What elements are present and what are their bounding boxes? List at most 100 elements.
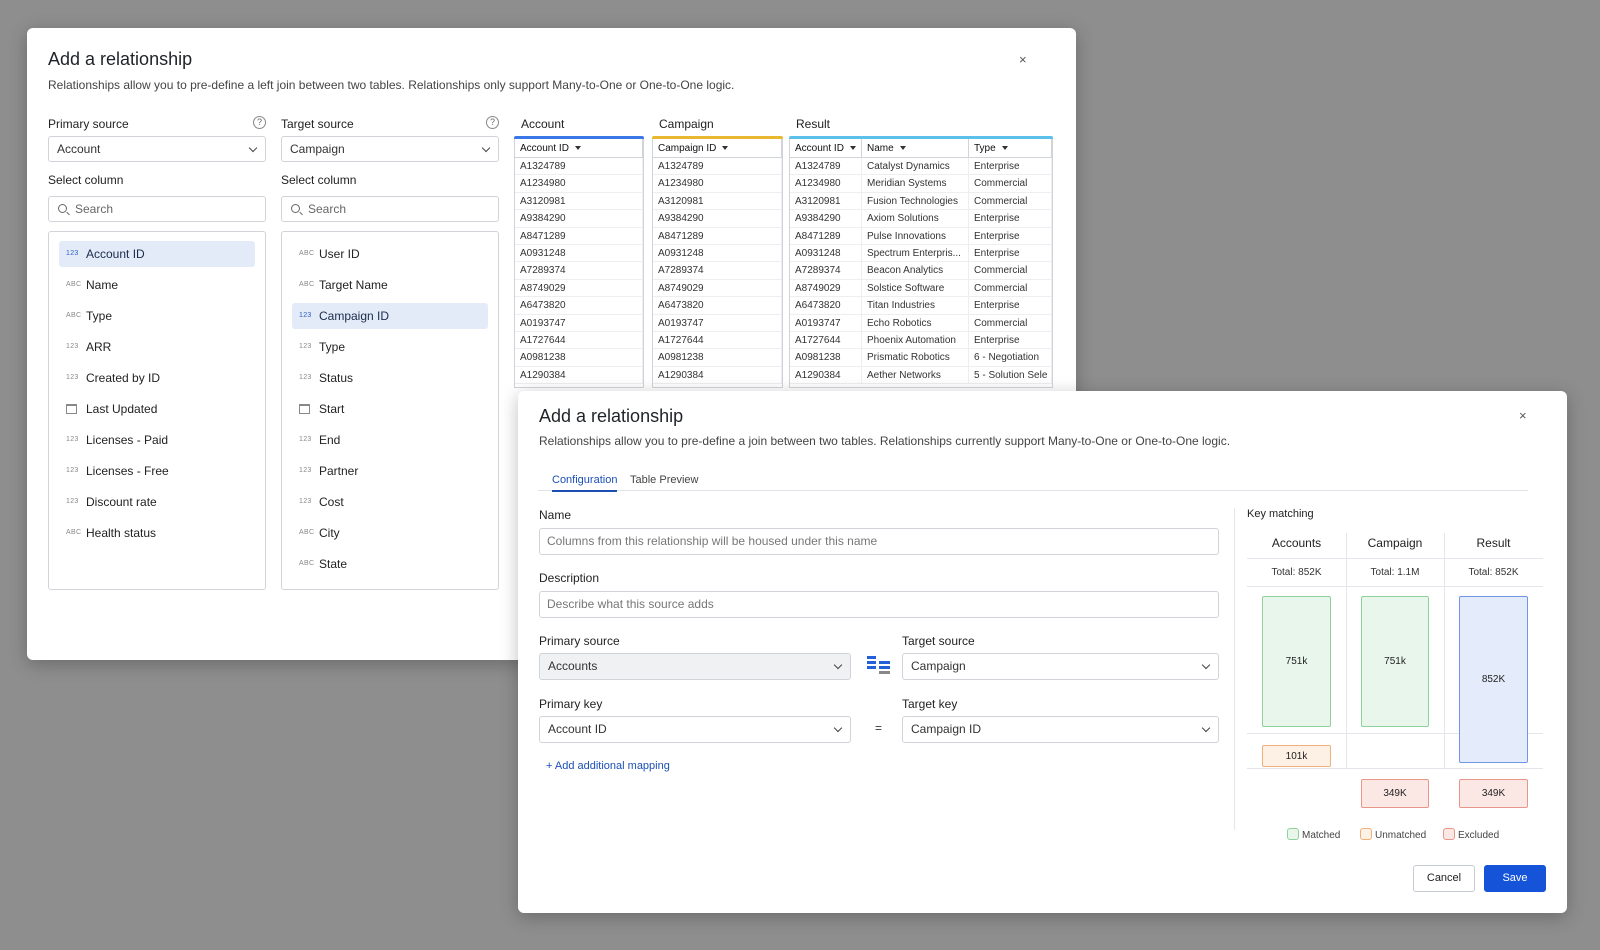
table-cell: Commercial [969,175,1052,192]
dialog-title: Add a relationship [539,406,684,426]
number-type-icon: 123 [66,467,79,474]
help-icon[interactable]: ? [486,116,499,129]
close-icon[interactable]: × [1519,408,1527,423]
table-cell: Prismatic Robotics [862,349,969,366]
column-item[interactable]: ABC Target Name [292,272,488,298]
row-divider [1247,558,1543,559]
column-header[interactable]: Campaign ID [653,139,782,157]
tab-table-preview[interactable]: Table Preview [630,474,698,490]
unmatched-swatch [1360,828,1372,840]
column-item[interactable]: 123 Type [292,334,488,360]
column-item[interactable]: 123 Licenses - Free [59,458,255,484]
table-cell: A1727644 [653,331,782,349]
column-item[interactable]: Start [292,396,488,422]
column-item-label: Partner [319,464,359,478]
column-item[interactable]: 123 Status [292,365,488,391]
row-divider [1247,768,1543,769]
column-item[interactable]: ABC Type [59,303,255,329]
table-cell: A3120981 [790,192,862,210]
number-type-icon: 123 [66,436,79,443]
table-cell: A7289374 [515,262,643,279]
primary-key-select[interactable]: Account ID [539,716,851,743]
column-item[interactable]: ABC State [292,551,488,577]
add-mapping-link[interactable]: + Add additional mapping [546,760,670,772]
close-icon[interactable]: × [1019,52,1027,67]
column-header[interactable]: Name [862,139,969,157]
column-item-label: Last Updated [86,402,158,416]
campaign-matched-box: 751k [1361,596,1429,727]
tab-configuration[interactable]: Configuration [552,474,618,492]
number-type-icon: 123 [299,436,312,443]
sort-caret-icon[interactable] [722,146,729,151]
primary-source-value: Accounts [548,659,598,673]
sort-caret-icon[interactable] [1001,146,1008,151]
column-item[interactable]: 123 Partner [292,458,488,484]
primary-source-select[interactable]: Accounts [539,653,851,680]
target-source-select[interactable]: Campaign [281,136,499,162]
save-button[interactable]: Save [1484,865,1546,892]
column-item[interactable]: 123 Licenses - Paid [59,427,255,453]
column-header[interactable]: Account ID [515,139,643,157]
column-item[interactable]: ABC City [292,520,488,546]
table-cell: Aether Networks [862,366,969,384]
sort-caret-icon[interactable] [849,146,856,151]
primary-column-search[interactable]: Search [48,196,266,222]
dialog-description: Relationships allow you to pre-define a … [539,434,1231,448]
table-row: A0193747 [515,314,643,332]
sort-caret-icon[interactable] [899,146,906,151]
table-row: A1234980 [515,175,643,193]
number-type-icon: 123 [299,343,312,350]
table-cell: Commercial [969,314,1052,331]
column-header[interactable]: Type [969,139,1052,157]
sort-caret-icon[interactable] [574,146,581,151]
table-row: A9384290 [515,210,643,228]
front-relationship-dialog: Add a relationship Relationships allow y… [518,391,1567,913]
select-column-label: Select column [48,173,124,187]
chevron-down-icon [1201,660,1211,670]
table-cell: A6473820 [515,297,643,314]
column-item-label: Health status [86,526,157,540]
column-item-label: User ID [319,247,360,261]
table-row: A1234980 [653,175,782,193]
column-item[interactable]: 123 Campaign ID [292,303,488,329]
column-item-label: Type [86,309,113,323]
column-item[interactable]: ABC Health status [59,520,255,546]
column-item[interactable]: ABC User ID [292,241,488,267]
campaign-table: Campaign ID A1324789 A1234980 A3120981 A9384… [652,139,783,388]
table-row: A1727644 Phoenix Automation Enterprise [790,331,1052,350]
target-column-search[interactable]: Search [281,196,499,222]
accounts-total: Total: 852K [1271,567,1322,578]
target-source-select[interactable]: Campaign [902,653,1219,680]
column-item[interactable]: 123 End [292,427,488,453]
table-cell: A3120981 [653,192,782,210]
description-input[interactable]: Describe what this source adds [539,591,1219,618]
table-row: A0193747 Echo Robotics Commercial [790,314,1052,332]
calendar-icon [66,404,77,414]
table-cell: Beacon Analytics [862,262,969,279]
column-item[interactable]: Last Updated [59,396,255,422]
chevron-down-icon [481,143,491,153]
column-item-label: Start [319,402,345,416]
name-input[interactable]: Columns from this relationship will be h… [539,528,1219,555]
column-item[interactable]: ABC Name [59,272,255,298]
table-cell: Enterprise [969,158,1052,175]
table-row: A8471289 Pulse Innovations Enterprise [790,227,1052,245]
column-item[interactable]: 123 Discount rate [59,489,255,515]
help-icon[interactable]: ? [253,116,266,129]
accounts-column-head: Accounts [1271,536,1322,550]
column-item[interactable]: 123 Cost [292,489,488,515]
target-key-select[interactable]: Campaign ID [902,716,1219,743]
table-cell: A1324789 [790,158,862,175]
cancel-button[interactable]: Cancel [1413,865,1475,892]
table-header: Account ID [515,139,643,158]
table-cell: Axiom Solutions [862,210,969,227]
table-row: A8471289 [515,227,643,245]
column-item[interactable]: 123 ARR [59,334,255,360]
column-item[interactable]: 123 Created by ID [59,365,255,391]
column-header[interactable]: Account ID [790,139,862,157]
primary-source-select[interactable]: Account [48,136,266,162]
column-item[interactable]: 123 Account ID [59,241,255,267]
table-cell: Enterprise [969,297,1052,314]
matched-swatch [1287,828,1299,840]
table-row: A1324789 [653,158,782,176]
